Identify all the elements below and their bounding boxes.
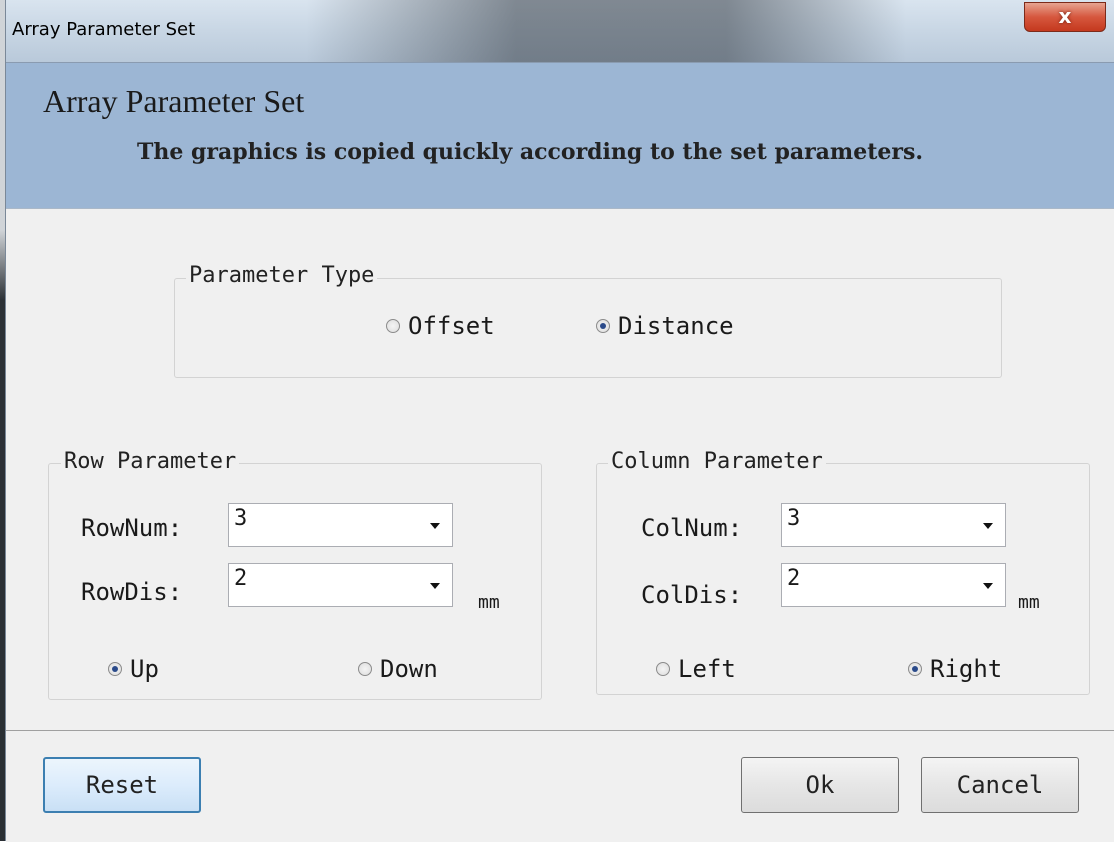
chevron-down-icon[interactable] [430,583,440,589]
radio-down-label: Down [380,655,438,683]
radio-left-label: Left [678,655,736,683]
row-num-value: 3 [234,506,248,531]
radio-right[interactable]: Right [908,655,1002,683]
dialog-window: Array Parameter Set x Array Parameter Se… [5,0,1114,842]
radio-offset[interactable]: Offset [386,312,495,340]
close-button[interactable]: x [1024,2,1106,32]
col-num-label: ColNum: [641,514,743,542]
row-num-select[interactable]: 3 [228,503,453,547]
radio-down[interactable]: Down [358,655,438,683]
parameter-type-label: Parameter Type [186,263,378,288]
col-num-select[interactable]: 3 [781,503,1006,547]
header-subtitle: The graphics is copied quickly according… [137,139,924,165]
radio-offset-indicator[interactable] [386,319,400,333]
radio-right-indicator[interactable] [908,662,922,676]
radio-distance[interactable]: Distance [596,312,734,340]
cancel-button[interactable]: Cancel [921,757,1079,813]
chevron-down-icon[interactable] [430,523,440,529]
col-dis-select[interactable]: 2 [781,563,1006,607]
title-bar-glass [306,0,906,62]
ok-button[interactable]: Ok [741,757,899,813]
radio-right-label: Right [930,655,1003,683]
radio-left-indicator[interactable] [656,662,670,676]
radio-up[interactable]: Up [108,655,159,683]
close-icon: x [1058,4,1072,28]
row-num-label: RowNum: [81,514,183,542]
button-bar: Reset Ok Cancel [6,730,1114,842]
radio-distance-indicator[interactable] [596,319,610,333]
row-dis-label: RowDis: [81,578,183,606]
radio-up-indicator[interactable] [108,662,122,676]
col-num-value: 3 [787,506,801,531]
window-title: Array Parameter Set [12,19,196,40]
row-dis-unit: mm [478,592,500,613]
chevron-down-icon[interactable] [983,523,993,529]
col-dis-value: 2 [787,566,801,591]
row-dis-select[interactable]: 2 [228,563,453,607]
chevron-down-icon[interactable] [983,583,993,589]
header-title: Array Parameter Set [43,83,305,119]
radio-left[interactable]: Left [656,655,736,683]
row-dis-value: 2 [234,566,248,591]
column-parameter-label: Column Parameter [608,449,826,474]
radio-offset-label: Offset [408,312,495,340]
col-dis-unit: mm [1018,592,1040,613]
parameter-type-group [174,278,1002,378]
row-parameter-label: Row Parameter [61,449,240,474]
radio-distance-label: Distance [618,312,734,340]
col-dis-label: ColDis: [641,581,743,609]
radio-up-label: Up [130,655,159,683]
header-panel: Array Parameter Set The graphics is copi… [6,63,1114,209]
reset-button[interactable]: Reset [43,757,201,813]
radio-down-indicator[interactable] [358,662,372,676]
title-bar[interactable]: Array Parameter Set x [6,0,1114,63]
